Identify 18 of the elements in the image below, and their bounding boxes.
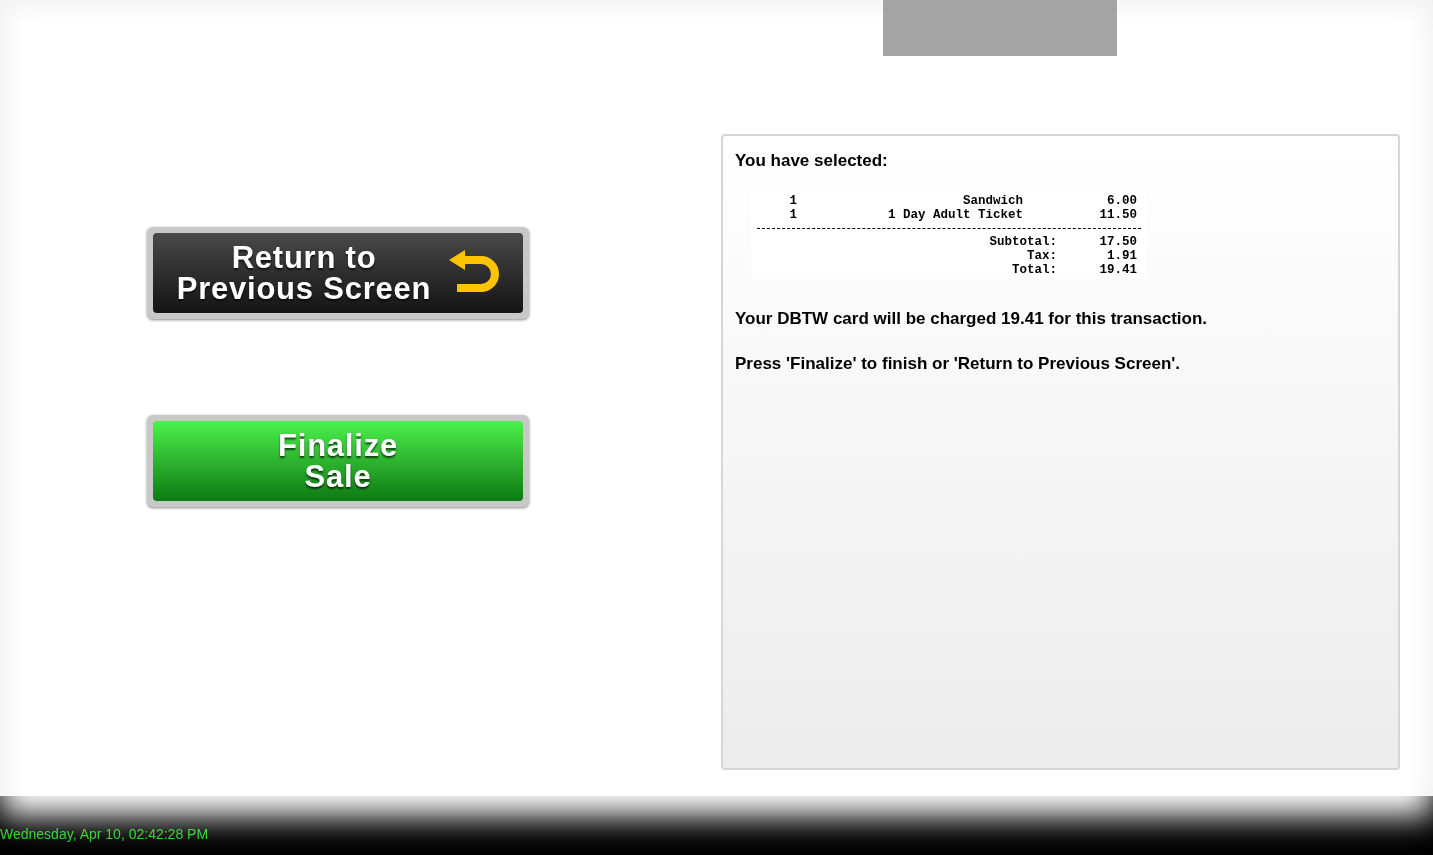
summary-message: Your DBTW card will be charged 19.41 for this transaction. (735, 307, 1208, 330)
summary-message: Press 'Finalize' to finish or 'Return to Previous Screen'. (735, 353, 1182, 375)
total-value: 19.41 (1098, 262, 1137, 277)
item-price: 11.50 (1098, 207, 1137, 222)
total-value: 17.50 (1098, 234, 1137, 249)
item-description: 1 Day Adult Ticket (886, 207, 1023, 222)
total-label: Subtotal: (988, 234, 1057, 249)
status-datetime: Wednesday, Apr 10, 02:42:28 PM (0, 825, 209, 844)
finalize-button[interactable]: Finalize Sale (153, 421, 523, 501)
total-value: 1.91 (1106, 248, 1137, 263)
item-description: Sandwich (962, 193, 1023, 208)
item-quantity: 1 (788, 207, 797, 222)
return-button[interactable]: Return to Previous Screen (153, 233, 523, 313)
total-label: Total: (1011, 262, 1057, 277)
item-price: 6.00 (1106, 193, 1137, 208)
total-label: Tax: (1026, 248, 1057, 263)
summary-heading: You have selected: (735, 150, 889, 172)
item-quantity: 1 (788, 193, 797, 208)
